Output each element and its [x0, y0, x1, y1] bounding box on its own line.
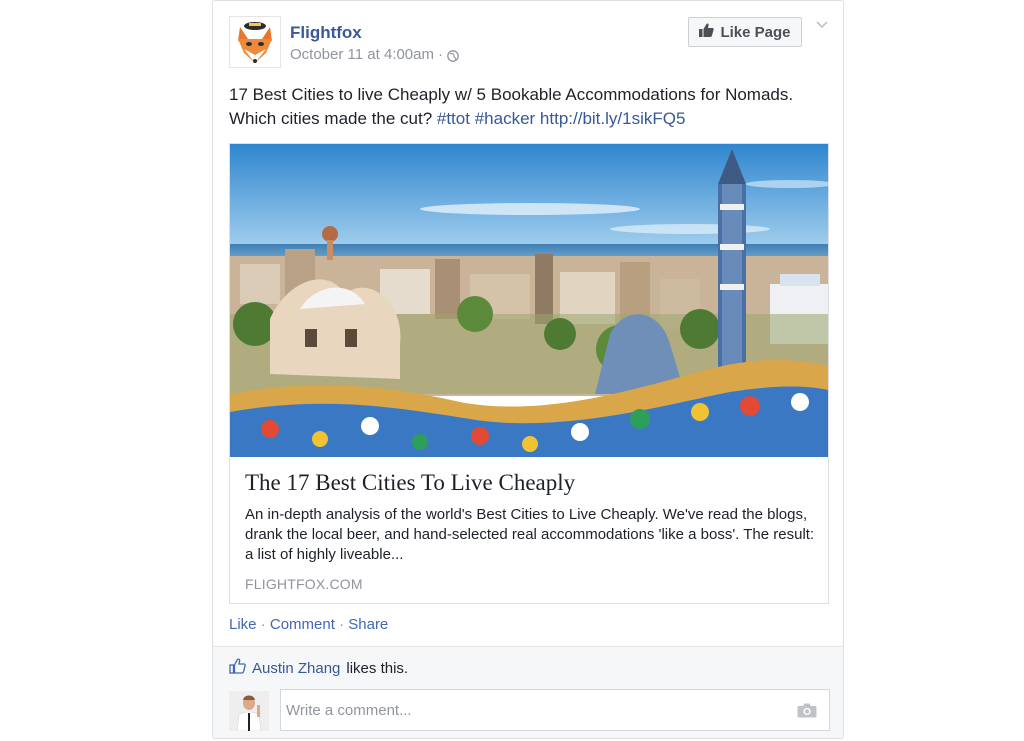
thumbs-up-icon	[229, 658, 246, 678]
likes-suffix: likes this.	[346, 659, 409, 677]
camera-icon[interactable]	[797, 702, 817, 718]
link-preview-image[interactable]	[230, 144, 828, 457]
post-text-line2: Which cities made the cut? #ttot #hacker…	[229, 107, 829, 131]
globe-icon[interactable]	[447, 49, 459, 62]
post-actions: Like · Comment · Share	[229, 616, 388, 633]
link-domain: FLIGHTFOX.COM	[245, 576, 363, 592]
post-url-link[interactable]: http://bit.ly/1sikFQ5	[540, 109, 686, 128]
commenter-avatar[interactable]	[229, 691, 269, 731]
post-text-line1: 17 Best Cities to live Cheaply w/ 5 Book…	[229, 85, 794, 104]
post-footer: Austin Zhang likes this. Write a comment…	[213, 646, 843, 738]
share-action[interactable]: Share	[348, 616, 388, 633]
like-action[interactable]: Like	[229, 616, 257, 633]
hashtag-ttot[interactable]: #ttot	[437, 109, 470, 128]
comment-input[interactable]: Write a comment...	[280, 689, 830, 731]
comment-action[interactable]: Comment	[270, 616, 335, 633]
page-avatar[interactable]	[229, 16, 281, 68]
post-meta: October 11 at 4:00am ·	[290, 46, 459, 63]
like-page-label: Like Page	[720, 23, 791, 41]
page-name-link[interactable]: Flightfox	[290, 23, 362, 43]
post-text-prefix: Which cities made the cut?	[229, 109, 437, 128]
link-preview-card[interactable]: The 17 Best Cities To Live Cheaply An in…	[229, 143, 829, 604]
liker-name-link[interactable]: Austin Zhang	[252, 660, 340, 677]
thumbs-up-icon	[699, 23, 715, 41]
like-page-button[interactable]: Like Page	[688, 17, 802, 47]
post-card: Flightfox October 11 at 4:00am · Like Pa…	[212, 0, 844, 739]
link-title[interactable]: The 17 Best Cities To Live Cheaply	[245, 470, 575, 496]
meta-separator: ·	[437, 46, 443, 63]
chevron-down-icon[interactable]	[814, 17, 830, 33]
action-separator: ·	[334, 616, 349, 633]
comment-placeholder: Write a comment...	[286, 701, 412, 719]
link-description: An in-depth analysis of the world's Best…	[245, 506, 815, 563]
action-separator: ·	[256, 616, 270, 633]
post-timestamp[interactable]: October 11 at 4:00am	[290, 46, 434, 63]
likes-summary: Austin Zhang likes this.	[229, 658, 408, 678]
hashtag-hacker[interactable]: #hacker	[475, 109, 535, 128]
post-text: 17 Best Cities to live Cheaply w/ 5 Book…	[229, 83, 829, 131]
